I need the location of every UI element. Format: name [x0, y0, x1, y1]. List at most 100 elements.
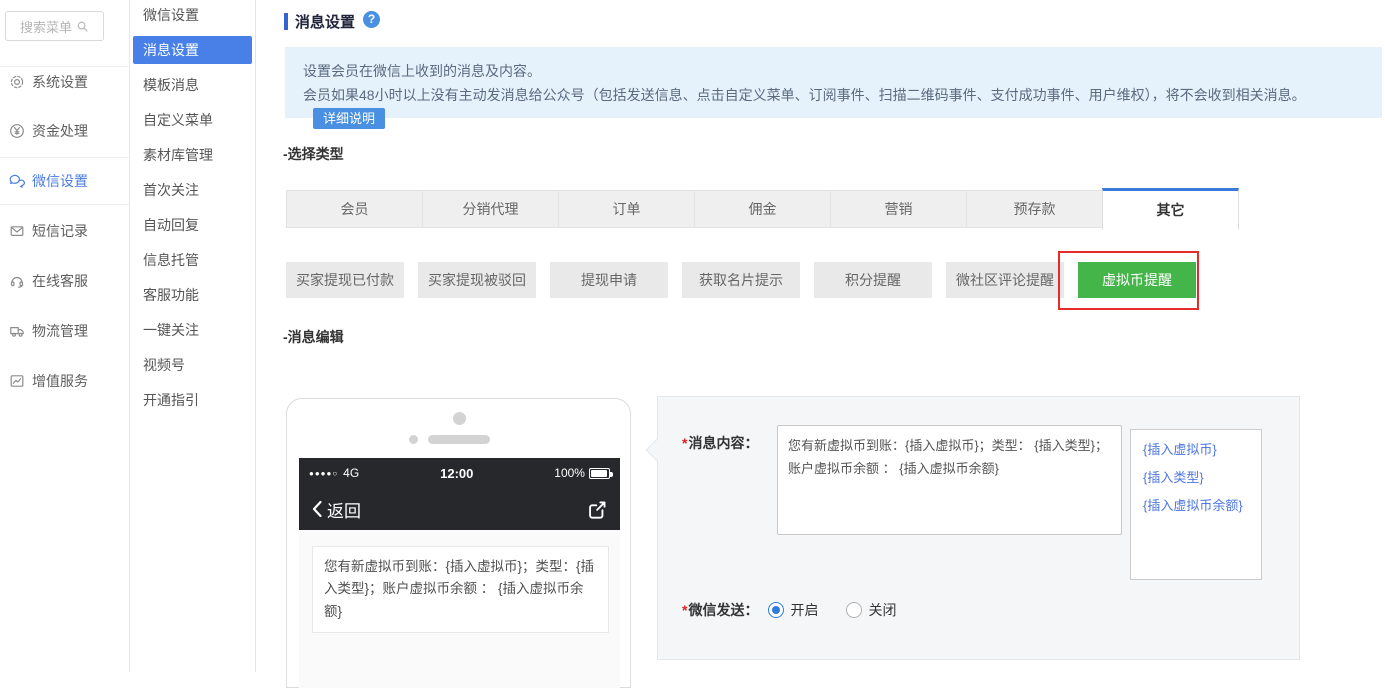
phone-status-bar: ●●●●○ 4G 12:00 100% — [299, 458, 620, 488]
phone-sensor-dot — [409, 435, 418, 444]
phone-header: ●●●●○ 4G 12:00 100% 返回 — [299, 458, 620, 530]
gear-icon — [10, 75, 24, 89]
phone-preview: ●●●●○ 4G 12:00 100% 返回 您有新虚拟币到账：{插入虚拟币}；… — [286, 398, 631, 688]
search-input[interactable]: 搜索菜单 — [5, 11, 104, 41]
submenu-item-video-account[interactable]: 视频号 — [133, 351, 252, 379]
subtype-button-row: 买家提现已付款 买家提现被驳回 提现申请 获取名片提示 积分提醒 微社区评论提醒… — [286, 262, 1196, 298]
submenu-item-info-hosting[interactable]: 信息托管 — [133, 246, 252, 274]
subtype-buyer-withdraw-paid[interactable]: 买家提现已付款 — [286, 262, 404, 298]
sidebar-item-online-service[interactable]: 在线客服 — [0, 270, 130, 292]
magnifier-icon — [77, 21, 88, 32]
battery-group: 100% — [554, 466, 613, 480]
status-time: 12:00 — [440, 465, 474, 481]
submenu-item-first-follow[interactable]: 首次关注 — [133, 176, 252, 204]
sidebar-item-logistics[interactable]: 物流管理 — [0, 320, 130, 342]
detail-explain-button[interactable]: 详细说明 — [313, 108, 386, 129]
sidebar-item-label: 微信设置 — [32, 173, 88, 189]
subtype-community-comment-reminder[interactable]: 微社区评论提醒 — [946, 262, 1064, 298]
message-edit-panel: *消息内容： 您有新虚拟币到账：{插入虚拟币}；类型： {插入类型}；账户虚拟币… — [645, 396, 1300, 660]
sidebar-item-system-settings[interactable]: 系统设置 — [0, 71, 130, 93]
sidebar-item-label: 增值服务 — [32, 373, 88, 389]
radio-off-label: 关闭 — [868, 602, 897, 618]
submenu-item-material-library[interactable]: 素材库管理 — [133, 141, 252, 169]
radio-on-control[interactable] — [768, 602, 785, 618]
section-heading-message-edit: -消息编辑 — [283, 329, 344, 345]
notice-line2-wrap: 会员如果48小时以上没有主动发消息给公众号（包括发送信息、点击自定义菜单、订阅事… — [303, 83, 1364, 131]
signal-group: ●●●●○ 4G — [309, 466, 359, 480]
tab-distribution-agent[interactable]: 分销代理 — [422, 190, 559, 228]
notice-line2: 会员如果48小时以上没有主动发消息给公众号（包括发送信息、点击自定义菜单、订阅事… — [303, 87, 1306, 103]
wechat-submenu: 微信设置 消息设置 模板消息 自定义菜单 素材库管理 首次关注 自动回复 信息托… — [130, 0, 256, 672]
message-preview-card: 您有新虚拟币到账：{插入虚拟币}；类型：{插入类型}；账户虚拟币余额 ： {插入… — [312, 546, 609, 633]
notice-box: 设置会员在微信上收到的消息及内容。 会员如果48小时以上没有主动发消息给公众号（… — [285, 47, 1382, 129]
sidebar-item-label: 物流管理 — [32, 323, 88, 339]
subtype-points-reminder[interactable]: 积分提醒 — [814, 262, 932, 298]
tab-prestore[interactable]: 预存款 — [966, 190, 1103, 228]
back-chevron-icon — [312, 500, 322, 518]
subtype-virtual-currency-reminder[interactable]: 虚拟币提醒 — [1078, 262, 1196, 298]
chart-icon — [10, 375, 24, 387]
subtype-get-card-tip[interactable]: 获取名片提示 — [682, 262, 800, 298]
sidebar-item-label: 系统设置 — [32, 74, 88, 90]
share-icon[interactable] — [587, 499, 608, 520]
radio-on-label: 开启 — [790, 602, 819, 618]
battery-percent: 100% — [554, 466, 585, 480]
network-label: 4G — [343, 466, 360, 480]
radio-off-control[interactable] — [846, 602, 863, 618]
back-label: 返回 — [327, 501, 361, 521]
truck-icon — [10, 326, 24, 337]
subtype-withdraw-apply[interactable]: 提现申请 — [550, 262, 668, 298]
sidebar-divider — [0, 157, 130, 158]
tab-order[interactable]: 订单 — [558, 190, 695, 228]
tab-commission[interactable]: 佣金 — [694, 190, 831, 228]
search-placeholder: 搜索菜单 — [19, 19, 72, 35]
sidebar-divider — [0, 66, 130, 67]
sidebar-item-value-added[interactable]: 增值服务 — [0, 370, 130, 392]
sidebar-item-funds[interactable]: 资金处理 — [0, 120, 130, 142]
headset-icon — [10, 276, 24, 288]
back-button[interactable]: 返回 — [311, 497, 361, 522]
submenu-item-one-key-follow[interactable]: 一键关注 — [133, 316, 252, 344]
sidebar-item-label: 在线客服 — [32, 273, 88, 289]
type-tabbar: 会员 分销代理 订单 佣金 营销 预存款 其它 — [286, 188, 1239, 230]
submenu-item-message-settings[interactable]: 消息设置 — [133, 36, 252, 64]
submenu-item-wechat-settings[interactable]: 微信设置 — [133, 1, 252, 29]
subtype-buyer-withdraw-rejected[interactable]: 买家提现被驳回 — [418, 262, 536, 298]
submenu-item-custom-menu[interactable]: 自定义菜单 — [133, 106, 252, 134]
tab-other[interactable]: 其它 — [1102, 188, 1239, 230]
wechat-send-row: *微信发送： 开启 关闭 — [682, 600, 896, 620]
content-label: *消息内容： — [682, 435, 759, 451]
tab-marketing[interactable]: 营销 — [830, 190, 967, 228]
insert-variable-box: {插入虚拟币} {插入类型} {插入虚拟币余额} — [1130, 429, 1262, 580]
insert-virtual-currency-balance-link[interactable]: {插入虚拟币余额} — [1143, 495, 1249, 514]
sidebar-item-sms-records[interactable]: 短信记录 — [0, 220, 130, 242]
submenu-item-auto-reply[interactable]: 自动回复 — [133, 211, 252, 239]
wechat-icon — [9, 174, 25, 188]
radio-off[interactable]: 关闭 — [846, 600, 896, 620]
yen-icon — [10, 124, 24, 138]
phone-speaker-bar — [428, 435, 490, 444]
notice-line1: 设置会员在微信上收到的消息及内容。 — [303, 63, 541, 79]
required-mark: * — [682, 435, 688, 451]
panel-pointer — [645, 438, 669, 462]
mail-icon — [10, 226, 24, 237]
phone-screen: 您有新虚拟币到账：{插入虚拟币}；类型：{插入类型}；账户虚拟币余额 ： {插入… — [299, 530, 620, 688]
battery-icon — [588, 467, 613, 479]
main-sidebar: 搜索菜单 系统设置 资金处理 微信设置 短信记录 在线客服 物流管理 增值服务 — [0, 0, 130, 672]
help-icon[interactable]: ? — [363, 11, 380, 28]
submenu-item-template-message[interactable]: 模板消息 — [133, 71, 252, 99]
radio-on[interactable]: 开启 — [768, 600, 818, 620]
insert-virtual-currency-link[interactable]: {插入虚拟币} — [1143, 439, 1249, 458]
phone-camera-dot — [453, 412, 466, 425]
message-content-textarea[interactable]: 您有新虚拟币到账：{插入虚拟币}；类型： {插入类型}；账户虚拟币余额 ： {插… — [777, 425, 1122, 535]
sidebar-item-wechat-settings[interactable]: 微信设置 — [0, 170, 130, 192]
submenu-item-service-function[interactable]: 客服功能 — [133, 281, 252, 309]
title-accent-bar — [284, 13, 288, 30]
section-heading-select-type: -选择类型 — [283, 146, 344, 162]
tab-member[interactable]: 会员 — [286, 190, 423, 228]
submenu-item-activation-guide[interactable]: 开通指引 — [133, 386, 252, 414]
insert-type-link[interactable]: {插入类型} — [1143, 467, 1249, 486]
signal-dots-icon: ●●●●○ — [309, 468, 339, 478]
sidebar-divider — [0, 204, 130, 205]
page-title: 消息设置 — [295, 14, 356, 31]
